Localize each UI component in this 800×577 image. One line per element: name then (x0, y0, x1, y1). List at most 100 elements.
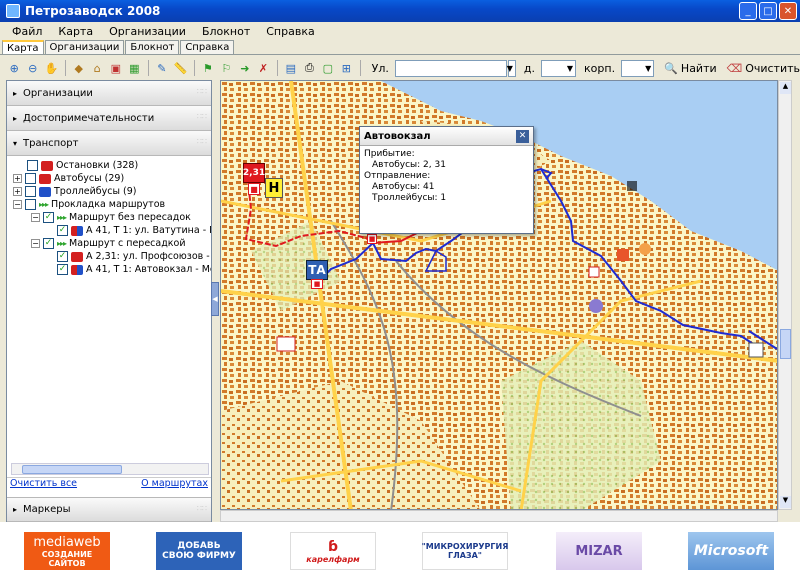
route-transfer-checkbox[interactable]: ✓ (43, 238, 54, 249)
tree-item-stops[interactable]: Остановки (328) (27, 159, 138, 172)
collapse-icon[interactable]: − (31, 239, 40, 248)
pen-icon[interactable]: ✎ (154, 60, 171, 77)
about-routes-link[interactable]: О маршрутах (141, 478, 208, 491)
collapse-icon[interactable]: − (13, 200, 22, 209)
bus-stop-icon[interactable]: ■ (367, 234, 377, 244)
tree-item-route-transfer[interactable]: − ✓ ▸▸▸ Маршрут с пересадкой (31, 237, 186, 250)
tree-item-buses[interactable]: + Автобусы (29) (13, 172, 124, 185)
expand-icon[interactable]: + (13, 174, 22, 183)
tree-item-trolleys[interactable]: + Троллейбусы (9) (13, 185, 137, 198)
map-vertical-scrollbar[interactable]: ▲ ▼ (778, 80, 792, 510)
buses-checkbox[interactable] (25, 173, 36, 184)
menu-map[interactable]: Карта (50, 25, 101, 38)
map-icon[interactable]: ▦ (126, 60, 143, 77)
find-button[interactable]: 🔍 Найти (664, 62, 716, 75)
menu-organizations[interactable]: Организации (101, 25, 194, 38)
scroll-down-icon[interactable]: ▼ (780, 496, 791, 508)
tree-item-route-laying[interactable]: − ▸▸▸ Прокладка маршрутов (13, 198, 165, 211)
section-markers[interactable]: ▸ Маркеры ∷∷ (7, 497, 211, 522)
collapse-icon[interactable]: − (31, 213, 40, 222)
microsoft-banner[interactable]: Microsoft (688, 532, 774, 570)
menu-notebook[interactable]: Блокнот (194, 25, 258, 38)
mizar-banner[interactable]: MIZAR (556, 532, 642, 570)
street-dropdown-icon[interactable]: ▼ (507, 59, 516, 77)
tab-notebook[interactable]: Блокнот (125, 40, 180, 54)
street-input[interactable] (394, 59, 507, 77)
tab-help[interactable]: Справка (180, 40, 235, 54)
save-icon[interactable]: ▤ (283, 60, 300, 77)
chevron-right-icon: ▸ (13, 113, 18, 123)
karelfarm-banner[interactable]: ɓ карелфарм (290, 532, 376, 570)
close-button[interactable]: ✕ (779, 2, 797, 20)
minimize-button[interactable]: _ (739, 2, 757, 20)
photo-icon[interactable]: ▣ (108, 60, 125, 77)
section-sights[interactable]: ▸ Достопримечательности ∷∷ (7, 106, 211, 131)
scroll-up-icon[interactable]: ▲ (780, 82, 791, 94)
flag-start-icon[interactable]: ⚑ (200, 60, 217, 77)
bus-station-marker[interactable]: ТА (306, 260, 328, 280)
menu-help[interactable]: Справка (258, 25, 322, 38)
arrival-buses: Автобусы: 2, 31 (372, 160, 446, 170)
layers-icon[interactable]: ◆ (71, 60, 88, 77)
tree-horizontal-scrollbar[interactable] (11, 463, 209, 475)
route-number-marker[interactable]: 2,31 (243, 163, 265, 183)
bus-icon (39, 173, 51, 184)
house-dropdown[interactable]: ▼ (540, 59, 577, 77)
tree-item-route-no-transfer[interactable]: − ✓ ▸▸▸ Маршрут без пересадок (31, 211, 191, 224)
corp-dropdown[interactable]: ▼ (621, 59, 655, 77)
grid-icon[interactable]: ⊞ (338, 60, 355, 77)
tree-item-route-transfer-2[interactable]: ✓ А 41, Т 1: Автовокзал - Металло (57, 263, 211, 276)
expand-icon[interactable]: + (13, 187, 22, 196)
ruler-icon[interactable]: 📏 (172, 60, 189, 77)
chevron-right-icon: ▸ (13, 88, 18, 98)
route-arrows-icon: ▸▸▸ (39, 200, 49, 209)
zoom-out-icon[interactable]: ⊖ (25, 60, 42, 77)
trolleys-checkbox[interactable] (25, 186, 36, 197)
mediaweb-banner[interactable]: mediaweb СОЗДАНИЕ САЙТОВ (24, 532, 110, 570)
section-organizations[interactable]: ▸ Организации ∷∷ (7, 81, 211, 106)
route-go-icon[interactable]: ➜ (237, 60, 254, 77)
trolley-icon (39, 186, 51, 197)
tab-map[interactable]: Карта (2, 40, 44, 54)
tree-item-route-no-transfer-1[interactable]: ✓ А 41, Т 1: ул. Ватутина - Металл (57, 224, 211, 237)
clear-button[interactable]: ⌫ Очистить (727, 62, 800, 75)
route-laying-checkbox[interactable] (25, 199, 36, 210)
route-no-transfer-checkbox[interactable]: ✓ (43, 212, 54, 223)
menu-file[interactable]: Файл (4, 25, 50, 38)
route-item-checkbox[interactable]: ✓ (57, 251, 68, 262)
map-horizontal-scrollbar[interactable] (220, 510, 778, 522)
tree-item-route-transfer-1[interactable]: ✓ А 2,31: ул. Профсоюзов - Автов (57, 250, 211, 263)
flag-end-icon[interactable]: ⚐ (218, 60, 235, 77)
section-transport[interactable]: ▾ Транспорт ∷∷ (7, 131, 211, 156)
maximize-button[interactable]: □ (759, 2, 777, 20)
route-item-checkbox[interactable]: ✓ (57, 264, 68, 275)
search-icon: 🔍 (664, 61, 678, 75)
bus-stop-icon[interactable]: ■ (311, 279, 323, 289)
route-clear-icon[interactable]: ✗ (255, 60, 272, 77)
start-marker[interactable]: Н (265, 178, 283, 198)
stops-checkbox[interactable] (27, 160, 38, 171)
window-title: Петрозаводск 2008 (25, 4, 161, 18)
panel-collapse-handle[interactable]: ◀ (211, 282, 219, 316)
microsurgery-banner[interactable]: "МИКРОХИРУРГИЯ ГЛАЗА" (422, 532, 508, 570)
hand-pan-icon[interactable]: ✋ (43, 60, 60, 77)
bus-trolley-icon (71, 264, 83, 275)
clear-all-link[interactable]: Очистить все (10, 478, 77, 491)
tab-strip: Карта Организации Блокнот Справка (0, 40, 800, 55)
print-icon[interactable]: ⎙ (301, 60, 318, 77)
tab-organizations[interactable]: Организации (44, 40, 125, 54)
zoom-in-icon[interactable]: ⊕ (6, 60, 23, 77)
left-panel: ▸ Организации ∷∷ ▸ Достопримечательности ∷∷ … (6, 80, 212, 522)
route-item-checkbox[interactable]: ✓ (57, 225, 68, 236)
bus-stop-icon[interactable]: ■ (248, 183, 260, 195)
route-arrows-icon: ▸▸▸ (57, 239, 67, 248)
popup-title: Автовокзал (360, 127, 533, 146)
banner-strip: mediaweb СОЗДАНИЕ САЙТОВ ДОБАВЬ СВОЮ ФИР… (0, 522, 800, 577)
add-firm-banner[interactable]: ДОБАВЬ СВОЮ ФИРМУ (156, 532, 242, 570)
chevron-right-icon: ▸ (13, 505, 18, 514)
screen-icon[interactable]: ▢ (320, 60, 337, 77)
title-bar: Петрозаводск 2008 _ □ ✕ (0, 0, 800, 22)
building-icon[interactable]: ⌂ (89, 60, 106, 77)
close-icon[interactable]: ✕ (516, 130, 529, 143)
stop-icon (41, 160, 53, 171)
